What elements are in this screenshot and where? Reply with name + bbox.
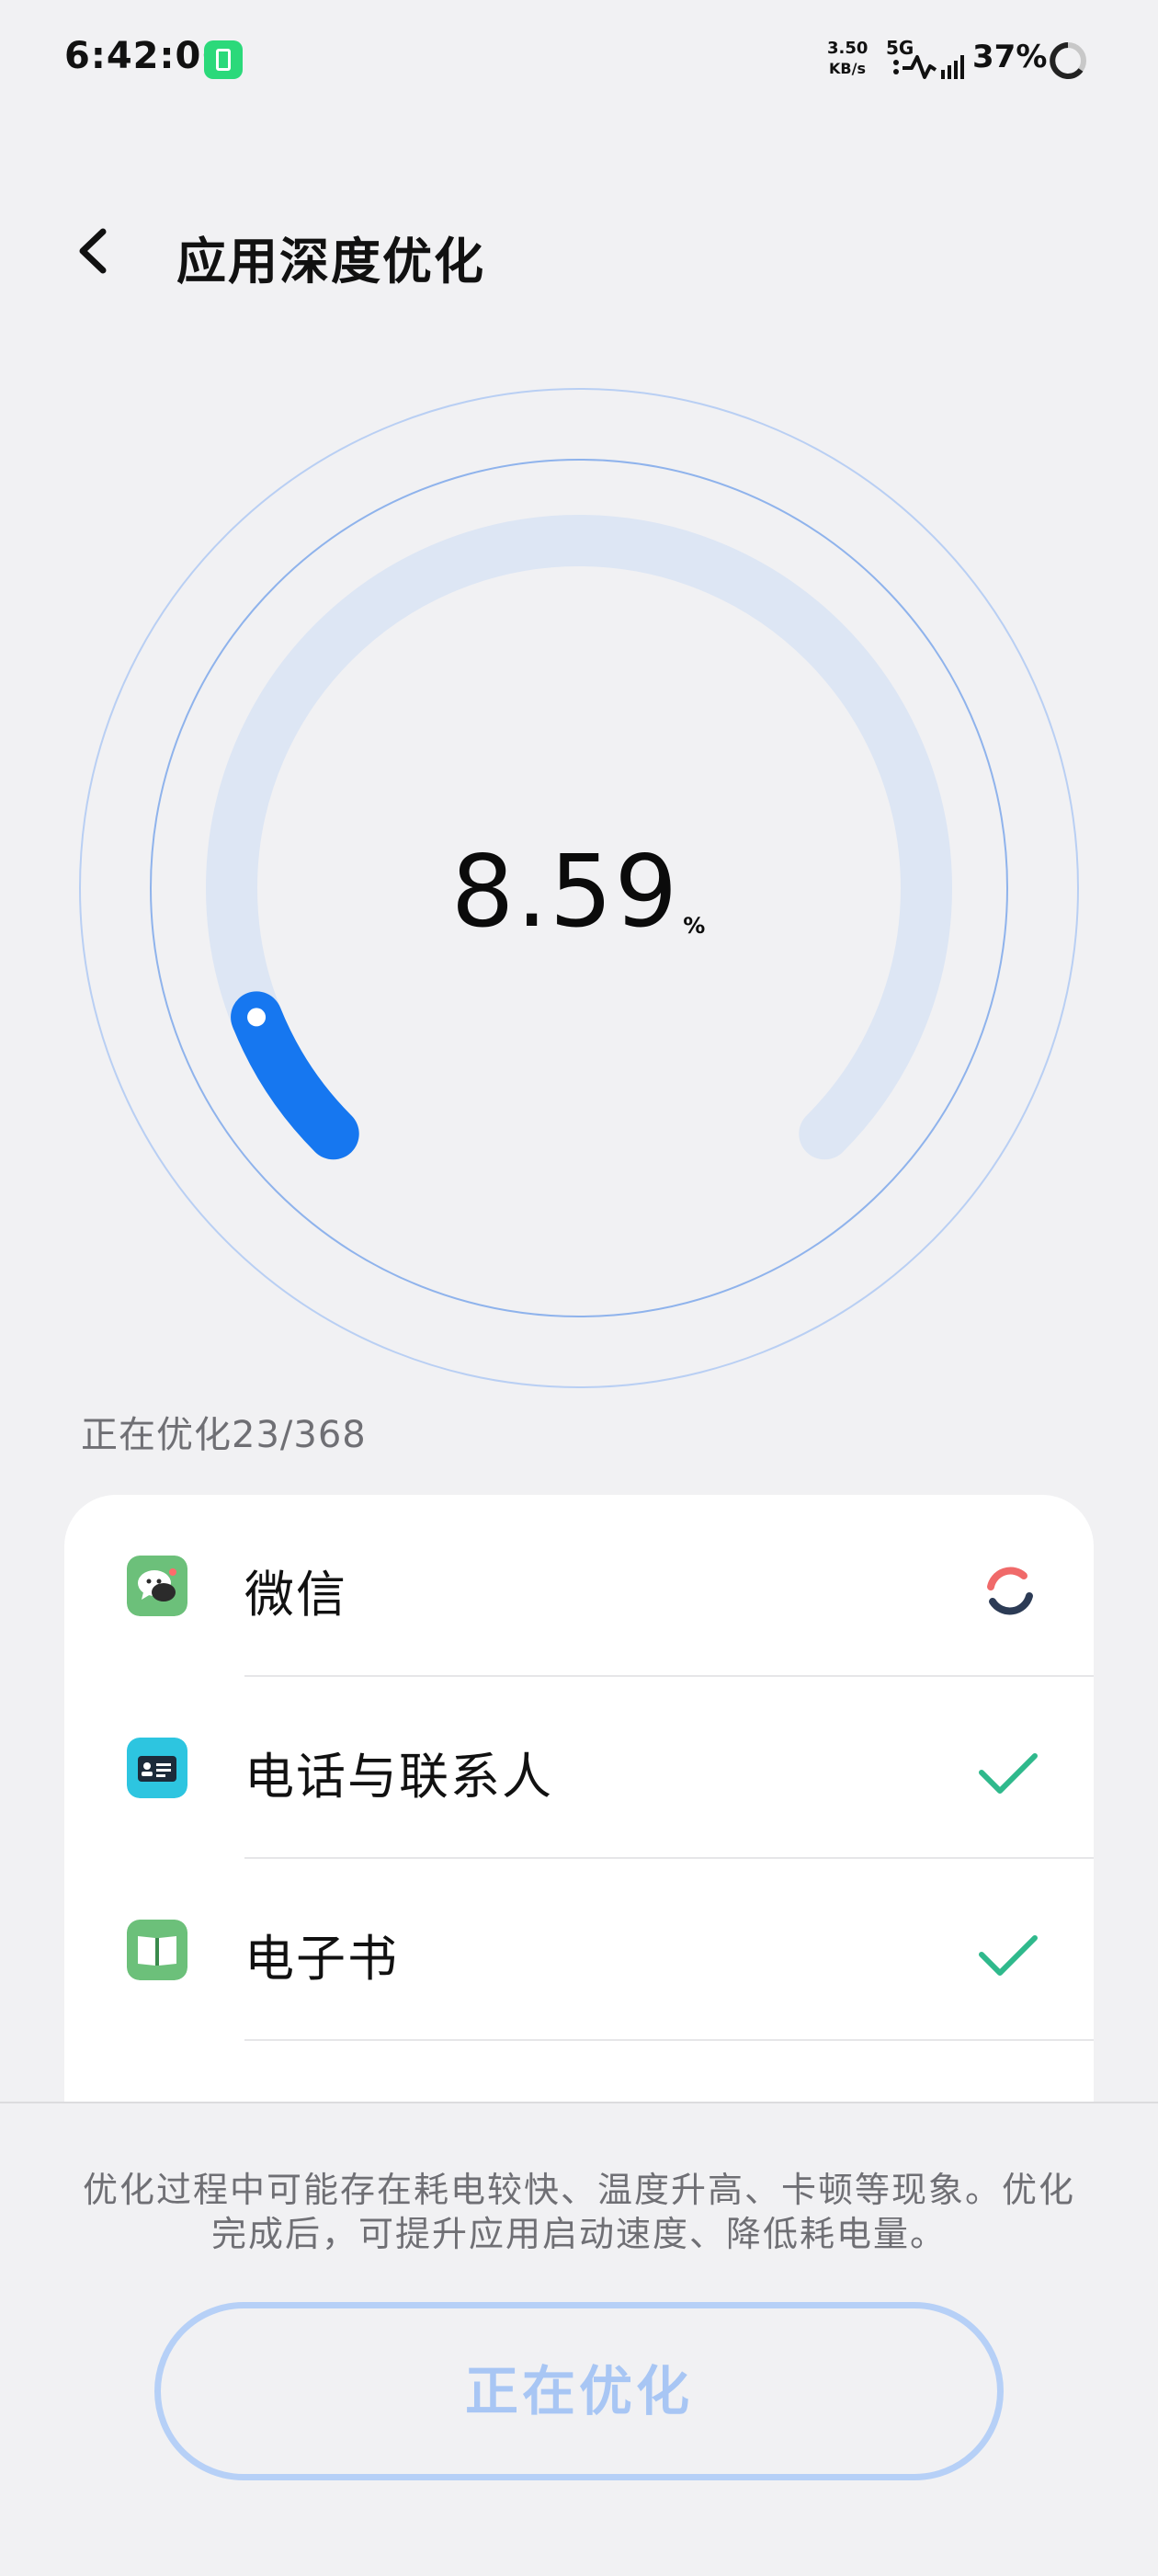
list-item: 电话与联系人 (64, 1677, 1094, 1859)
check-icon (979, 1753, 1038, 1794)
loading-spinner-icon (987, 1567, 1033, 1615)
header: 应用深度优化 (0, 202, 1158, 294)
gauge-number: 8.59 (450, 835, 680, 950)
status-bar: 6:42:06 3.50 KB/s 5G 37% (0, 0, 1158, 120)
progress-text: 正在优化 (81, 1414, 232, 1456)
gauge-unit: % (683, 913, 708, 939)
network-speed-unit: KB/s (829, 60, 866, 77)
bottom-panel: 优化过程中可能存在耗电较快、温度升高、卡顿等现象。优化完成后，可提升应用启动速度… (0, 2102, 1158, 2576)
gauge-fill (231, 991, 359, 1160)
network-speed: 3.50 KB/s (827, 39, 868, 79)
gauge-value: 8.59% (75, 835, 1083, 950)
battery-saver-icon (204, 40, 243, 79)
battery-ring-icon (1050, 42, 1086, 79)
contact-card-icon (127, 1738, 187, 1798)
row-divider (244, 2039, 1094, 2041)
page-title: 应用深度优化 (176, 233, 485, 291)
app-name: 电子书 (244, 1930, 399, 1988)
check-icon (979, 1935, 1038, 1976)
gauge-knob (247, 1008, 267, 1027)
book-icon (127, 1920, 187, 1980)
optimization-notice: 优化过程中可能存在耗电较快、温度升高、卡顿等现象。优化完成后，可提升应用启动速度… (82, 2170, 1075, 2254)
wechat-icon (127, 1556, 187, 1616)
optimizing-button[interactable]: 正在优化 (154, 2302, 1004, 2480)
signal-icon (893, 55, 964, 79)
list-item: 微信 (64, 1495, 1094, 1677)
progress-count: 23/368 (232, 1414, 367, 1456)
app-name: 电话与联系人 (244, 1748, 553, 1806)
progress-gauge: 8.59% (75, 384, 1083, 1392)
app-name: 微信 (244, 1566, 347, 1624)
app-list: 微信 电话与联系人 电子书 (64, 1495, 1094, 2102)
back-button[interactable] (61, 219, 125, 283)
battery-percent: 37% (972, 39, 1048, 75)
list-item: 电子书 (64, 1859, 1094, 2041)
network-speed-value: 3.50 (827, 39, 868, 58)
progress-label: 正在优化23/368 (81, 1405, 367, 1458)
